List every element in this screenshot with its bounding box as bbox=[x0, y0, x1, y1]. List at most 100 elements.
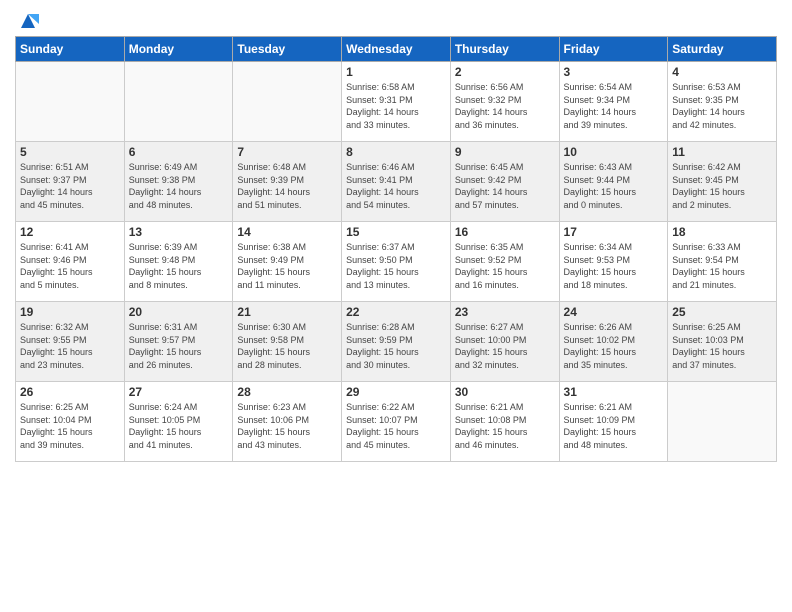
calendar-week-row: 5 Sunrise: 6:51 AM Sunset: 9:37 PM Daylig… bbox=[16, 142, 777, 222]
day-info: Sunrise: 6:25 AM Sunset: 10:03 PM Daylig… bbox=[672, 321, 772, 371]
logo-icon bbox=[17, 10, 39, 32]
calendar-cell: 14 Sunrise: 6:38 AM Sunset: 9:49 PM Dayli… bbox=[233, 222, 342, 302]
calendar-table: SundayMondayTuesdayWednesdayThursdayFrid… bbox=[15, 36, 777, 462]
calendar-cell: 2Sunrise: 6:56 AM Sunset: 9:32 PM Daylig… bbox=[450, 62, 559, 142]
day-number: 11 bbox=[672, 145, 772, 159]
calendar-week-row: 19 Sunrise: 6:32 AM Sunset: 9:55 PM Dayli… bbox=[16, 302, 777, 382]
day-number: 16 bbox=[455, 225, 555, 239]
weekday-header-monday: Monday bbox=[124, 37, 233, 62]
calendar-cell: 3Sunrise: 6:54 AM Sunset: 9:34 PM Daylig… bbox=[559, 62, 668, 142]
day-number: 9 bbox=[455, 145, 555, 159]
day-number: 4 bbox=[672, 65, 772, 79]
header bbox=[15, 10, 777, 28]
day-info: Sunrise: 6:58 AM Sunset: 9:31 PM Dayligh… bbox=[346, 81, 446, 131]
calendar-cell: 9 Sunrise: 6:45 AM Sunset: 9:42 PM Daylig… bbox=[450, 142, 559, 222]
calendar-cell: 29 Sunrise: 6:22 AM Sunset: 10:07 PM Dayl… bbox=[342, 382, 451, 462]
day-info: Sunrise: 6:56 AM Sunset: 9:32 PM Dayligh… bbox=[455, 81, 555, 131]
day-info: Sunrise: 6:25 AM Sunset: 10:04 PM Daylig… bbox=[20, 401, 120, 451]
calendar-cell: 25Sunrise: 6:25 AM Sunset: 10:03 PM Dayl… bbox=[668, 302, 777, 382]
calendar-cell bbox=[668, 382, 777, 462]
calendar-cell: 30 Sunrise: 6:21 AM Sunset: 10:08 PM Dayl… bbox=[450, 382, 559, 462]
calendar-cell: 4 Sunrise: 6:53 AM Sunset: 9:35 PM Daylig… bbox=[668, 62, 777, 142]
day-info: Sunrise: 6:41 AM Sunset: 9:46 PM Dayligh… bbox=[20, 241, 120, 291]
day-number: 7 bbox=[237, 145, 337, 159]
day-number: 28 bbox=[237, 385, 337, 399]
day-number: 6 bbox=[129, 145, 229, 159]
day-info: Sunrise: 6:42 AM Sunset: 9:45 PM Dayligh… bbox=[672, 161, 772, 211]
day-number: 8 bbox=[346, 145, 446, 159]
day-number: 10 bbox=[564, 145, 664, 159]
day-number: 23 bbox=[455, 305, 555, 319]
day-info: Sunrise: 6:49 AM Sunset: 9:38 PM Dayligh… bbox=[129, 161, 229, 211]
day-number: 13 bbox=[129, 225, 229, 239]
weekday-header-friday: Friday bbox=[559, 37, 668, 62]
day-number: 5 bbox=[20, 145, 120, 159]
day-info: Sunrise: 6:32 AM Sunset: 9:55 PM Dayligh… bbox=[20, 321, 120, 371]
calendar-cell: 12 Sunrise: 6:41 AM Sunset: 9:46 PM Dayli… bbox=[16, 222, 125, 302]
calendar-cell bbox=[233, 62, 342, 142]
day-info: Sunrise: 6:22 AM Sunset: 10:07 PM Daylig… bbox=[346, 401, 446, 451]
day-info: Sunrise: 6:28 AM Sunset: 9:59 PM Dayligh… bbox=[346, 321, 446, 371]
calendar-cell: 10 Sunrise: 6:43 AM Sunset: 9:44 PM Dayli… bbox=[559, 142, 668, 222]
day-number: 31 bbox=[564, 385, 664, 399]
day-number: 30 bbox=[455, 385, 555, 399]
day-number: 21 bbox=[237, 305, 337, 319]
day-info: Sunrise: 6:51 AM Sunset: 9:37 PM Dayligh… bbox=[20, 161, 120, 211]
calendar-week-row: 26Sunrise: 6:25 AM Sunset: 10:04 PM Dayl… bbox=[16, 382, 777, 462]
calendar-cell: 16 Sunrise: 6:35 AM Sunset: 9:52 PM Dayli… bbox=[450, 222, 559, 302]
day-info: Sunrise: 6:37 AM Sunset: 9:50 PM Dayligh… bbox=[346, 241, 446, 291]
calendar-cell bbox=[16, 62, 125, 142]
day-info: Sunrise: 6:21 AM Sunset: 10:08 PM Daylig… bbox=[455, 401, 555, 451]
day-number: 19 bbox=[20, 305, 120, 319]
day-info: Sunrise: 6:30 AM Sunset: 9:58 PM Dayligh… bbox=[237, 321, 337, 371]
weekday-header-row: SundayMondayTuesdayWednesdayThursdayFrid… bbox=[16, 37, 777, 62]
calendar-cell: 19 Sunrise: 6:32 AM Sunset: 9:55 PM Dayli… bbox=[16, 302, 125, 382]
calendar-cell: 31 Sunrise: 6:21 AM Sunset: 10:09 PM Dayl… bbox=[559, 382, 668, 462]
calendar-cell: 8 Sunrise: 6:46 AM Sunset: 9:41 PM Daylig… bbox=[342, 142, 451, 222]
weekday-header-thursday: Thursday bbox=[450, 37, 559, 62]
calendar-cell: 5 Sunrise: 6:51 AM Sunset: 9:37 PM Daylig… bbox=[16, 142, 125, 222]
day-info: Sunrise: 6:24 AM Sunset: 10:05 PM Daylig… bbox=[129, 401, 229, 451]
day-info: Sunrise: 6:31 AM Sunset: 9:57 PM Dayligh… bbox=[129, 321, 229, 371]
calendar-cell: 1 Sunrise: 6:58 AM Sunset: 9:31 PM Daylig… bbox=[342, 62, 451, 142]
day-info: Sunrise: 6:45 AM Sunset: 9:42 PM Dayligh… bbox=[455, 161, 555, 211]
day-info: Sunrise: 6:21 AM Sunset: 10:09 PM Daylig… bbox=[564, 401, 664, 451]
calendar-cell: 20Sunrise: 6:31 AM Sunset: 9:57 PM Dayli… bbox=[124, 302, 233, 382]
calendar-cell: 26Sunrise: 6:25 AM Sunset: 10:04 PM Dayl… bbox=[16, 382, 125, 462]
day-number: 3 bbox=[564, 65, 664, 79]
day-info: Sunrise: 6:46 AM Sunset: 9:41 PM Dayligh… bbox=[346, 161, 446, 211]
calendar-cell: 7 Sunrise: 6:48 AM Sunset: 9:39 PM Daylig… bbox=[233, 142, 342, 222]
page: SundayMondayTuesdayWednesdayThursdayFrid… bbox=[0, 0, 792, 612]
day-info: Sunrise: 6:48 AM Sunset: 9:39 PM Dayligh… bbox=[237, 161, 337, 211]
day-info: Sunrise: 6:53 AM Sunset: 9:35 PM Dayligh… bbox=[672, 81, 772, 131]
calendar-cell: 18Sunrise: 6:33 AM Sunset: 9:54 PM Dayli… bbox=[668, 222, 777, 302]
day-info: Sunrise: 6:35 AM Sunset: 9:52 PM Dayligh… bbox=[455, 241, 555, 291]
day-info: Sunrise: 6:43 AM Sunset: 9:44 PM Dayligh… bbox=[564, 161, 664, 211]
calendar-cell: 21 Sunrise: 6:30 AM Sunset: 9:58 PM Dayli… bbox=[233, 302, 342, 382]
calendar-cell bbox=[124, 62, 233, 142]
day-number: 18 bbox=[672, 225, 772, 239]
calendar-cell: 17Sunrise: 6:34 AM Sunset: 9:53 PM Dayli… bbox=[559, 222, 668, 302]
day-number: 1 bbox=[346, 65, 446, 79]
day-info: Sunrise: 6:26 AM Sunset: 10:02 PM Daylig… bbox=[564, 321, 664, 371]
day-number: 14 bbox=[237, 225, 337, 239]
day-info: Sunrise: 6:38 AM Sunset: 9:49 PM Dayligh… bbox=[237, 241, 337, 291]
day-info: Sunrise: 6:39 AM Sunset: 9:48 PM Dayligh… bbox=[129, 241, 229, 291]
day-info: Sunrise: 6:23 AM Sunset: 10:06 PM Daylig… bbox=[237, 401, 337, 451]
day-number: 22 bbox=[346, 305, 446, 319]
weekday-header-saturday: Saturday bbox=[668, 37, 777, 62]
day-info: Sunrise: 6:27 AM Sunset: 10:00 PM Daylig… bbox=[455, 321, 555, 371]
calendar-cell: 6 Sunrise: 6:49 AM Sunset: 9:38 PM Daylig… bbox=[124, 142, 233, 222]
day-number: 17 bbox=[564, 225, 664, 239]
day-number: 12 bbox=[20, 225, 120, 239]
weekday-header-sunday: Sunday bbox=[16, 37, 125, 62]
calendar-week-row: 12 Sunrise: 6:41 AM Sunset: 9:46 PM Dayli… bbox=[16, 222, 777, 302]
day-number: 29 bbox=[346, 385, 446, 399]
calendar-cell: 22 Sunrise: 6:28 AM Sunset: 9:59 PM Dayli… bbox=[342, 302, 451, 382]
calendar-cell: 15Sunrise: 6:37 AM Sunset: 9:50 PM Dayli… bbox=[342, 222, 451, 302]
calendar-week-row: 1 Sunrise: 6:58 AM Sunset: 9:31 PM Daylig… bbox=[16, 62, 777, 142]
day-number: 24 bbox=[564, 305, 664, 319]
calendar-cell: 11 Sunrise: 6:42 AM Sunset: 9:45 PM Dayli… bbox=[668, 142, 777, 222]
calendar-cell: 27Sunrise: 6:24 AM Sunset: 10:05 PM Dayl… bbox=[124, 382, 233, 462]
calendar-cell: 23 Sunrise: 6:27 AM Sunset: 10:00 PM Dayl… bbox=[450, 302, 559, 382]
